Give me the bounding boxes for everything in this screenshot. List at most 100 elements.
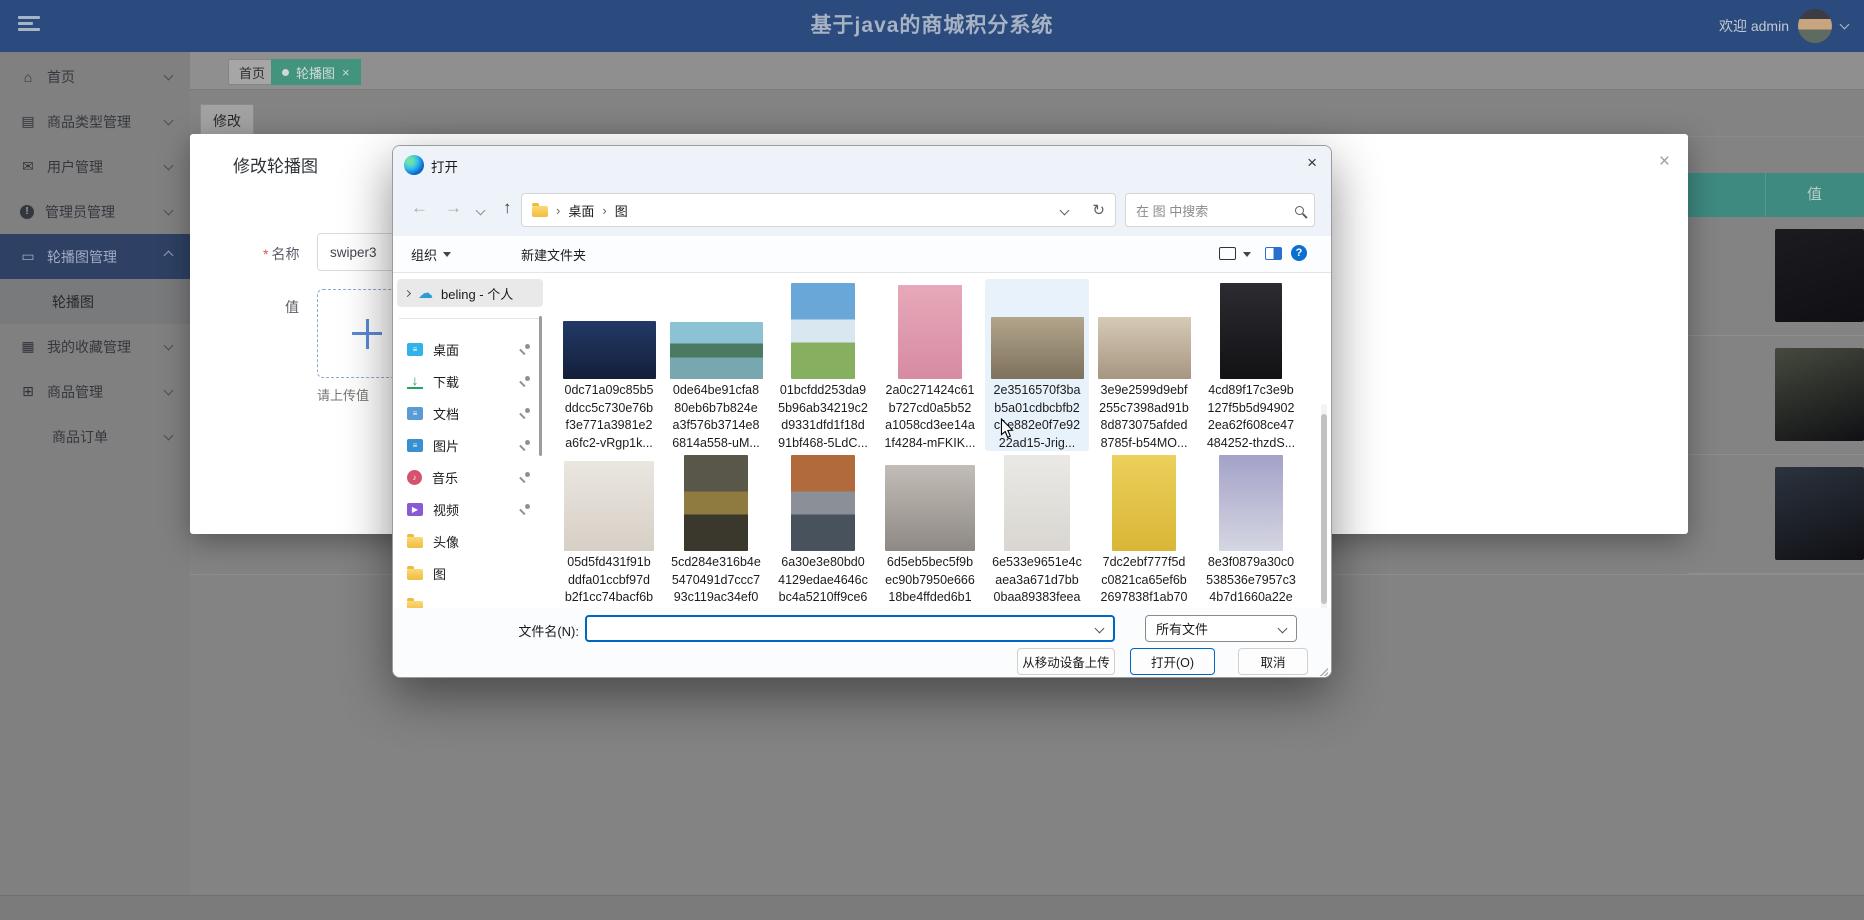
sidebar-scrollbar[interactable] [539, 316, 542, 456]
onedrive-root-item[interactable]: ☁ beling - 个人 [397, 279, 543, 307]
file-name: 8e3f0879a30c0538536e7957c34b7d1660a22e66… [1206, 555, 1296, 608]
resize-grip-icon[interactable] [1320, 668, 1328, 676]
file-item-11[interactable]: 6e533e9651e4caea3a671d7bb0baa89383feeaf2… [985, 451, 1089, 608]
preview-pane-icon[interactable] [1265, 247, 1282, 260]
file-item-0[interactable]: 0dc71a09c85b5 ddcc5c730e76b f3e771a3981e2 a… [557, 279, 661, 451]
dialog-sidebar-item-extra[interactable] [393, 589, 543, 608]
file-item-3[interactable]: 2a0c271424c61 b727cd0a5b52 a1058cd3ee14a 1f… [878, 279, 982, 451]
file-thumbnail [1097, 317, 1191, 379]
filetype-select[interactable]: 所有文件 [1145, 615, 1297, 642]
filename-chevron-icon[interactable] [1094, 623, 1105, 634]
dialog-close-icon[interactable]: × [1307, 154, 1317, 171]
close-tab-icon[interactable]: × [342, 66, 350, 79]
dialog-bottom-bar: 文件名(N): 所有文件 从移动设备上传 打开(O) 取消 [393, 608, 1331, 677]
file-name: 5cd284e316b4e5470491d7ccc793c119ac34ef08… [670, 555, 761, 608]
help-icon[interactable]: ? [1291, 245, 1307, 261]
sidebar-item-label: 商品订单 [52, 428, 108, 445]
chevron-down-icon [163, 385, 174, 396]
active-dot-icon [282, 68, 289, 76]
dialog-sidebar-item-label: 文档 [433, 406, 460, 422]
dialog-sidebar-item-图片[interactable]: ≡ 图片 [393, 429, 543, 461]
forward-icon[interactable]: → [445, 198, 462, 218]
file-item-8[interactable]: 5cd284e316b4e5470491d7ccc793c119ac34ef08… [664, 451, 768, 608]
sidebar-item-label: 首页 [47, 68, 75, 85]
sidebar-item-3[interactable]: ! 管理员管理 [0, 189, 190, 234]
search-placeholder: 在 图 中搜索 [1136, 203, 1209, 219]
sidebar-item-0[interactable]: ⌂ 首页 [0, 54, 190, 99]
file-name: 0de64be91cfa8 80eb6b7b824e a3f576b3714e8 68… [672, 383, 760, 450]
pictures-icon: ≡ [407, 438, 423, 452]
file-item-13[interactable]: 8e3f0879a30c0538536e7957c34b7d1660a22e66… [1199, 451, 1303, 608]
file-thumbnail [684, 455, 748, 551]
up-icon[interactable]: ↑ [503, 198, 512, 218]
sidebar-item-label: 我的收藏管理 [47, 338, 131, 355]
file-item-6[interactable]: 4cd89f17c3e9b 127f5b5d94902 2ea62f608ce47 4… [1199, 279, 1303, 451]
file-item-12[interactable]: 7dc2ebf777f5dc0821ca65ef6b2697838f1ab701… [1092, 451, 1196, 608]
dialog-toolbar: 组织 新建文件夹 ? [393, 236, 1331, 273]
address-chevron-icon[interactable] [1059, 205, 1070, 215]
refresh-icon[interactable]: ↻ [1092, 201, 1105, 219]
sidebar-item-2[interactable]: ✉ 用户管理 [0, 144, 190, 189]
sidebar-item-6[interactable]: ▦ 我的收藏管理 [0, 324, 190, 369]
file-item-4[interactable]: 2e3516570f3ba b5a01cdbcbfb2 c1e882e0f7e92 2… [985, 279, 1089, 451]
search-box[interactable]: 在 图 中搜索 [1125, 193, 1315, 227]
sidebar-item-8[interactable]: 商品订单 [0, 414, 190, 459]
filetype-chevron-icon [1277, 623, 1288, 634]
dialog-sidebar-item-label: 下载 [433, 374, 460, 390]
avatar[interactable] [1798, 9, 1832, 43]
file-grid-scrollbar-thumb[interactable] [1321, 414, 1327, 604]
admin-icon: ! [20, 204, 34, 219]
tab-home[interactable]: 首页 [228, 59, 277, 85]
user-area[interactable]: 欢迎 admin [1719, 0, 1850, 52]
file-item-5[interactable]: 3e9e2599d9ebf 255c7398ad91b 8d873075afded 8… [1092, 279, 1196, 451]
dialog-sidebar-item-下载[interactable]: ↓ 下载 [393, 365, 543, 397]
dialog-sidebar-item-视频[interactable]: ▶ 视频 [393, 493, 543, 525]
address-bar[interactable]: › 桌面 › 图 ↻ [521, 193, 1116, 227]
onedrive-cloud-icon: ☁ [418, 284, 433, 302]
cancel-button[interactable]: 取消 [1238, 648, 1308, 675]
dialog-sidebar-item-桌面[interactable]: ≡ 桌面 [393, 333, 543, 365]
dialog-sidebar-item-音乐[interactable]: ♪ 音乐 [393, 461, 543, 493]
view-mode-caret-icon[interactable] [1243, 252, 1251, 257]
file-item-1[interactable]: 0de64be91cfa8 80eb6b7b824e a3f576b3714e8 68… [664, 279, 768, 451]
plus-icon [352, 318, 382, 349]
breadcrumb-folder[interactable]: 图 [615, 201, 628, 220]
dialog-sidebar-item-头像[interactable]: 头像 [393, 525, 543, 557]
open-button[interactable]: 打开(O) [1130, 648, 1215, 675]
table-row [1688, 455, 1864, 574]
upload-from-mobile-button[interactable]: 从移动设备上传 [1017, 648, 1115, 675]
pin-icon [520, 408, 531, 419]
pin-icon [520, 376, 531, 387]
sidebar-item-7[interactable]: ⊞ 商品管理 [0, 369, 190, 414]
file-item-2[interactable]: 01bcfdd253da9 5b96ab34219c2 d9331dfd1f18d 9… [771, 279, 875, 451]
tab-edit[interactable]: 修改 [200, 104, 254, 137]
tab-carousel[interactable]: 轮播图 × [271, 59, 361, 85]
file-thumbnail [1220, 283, 1282, 379]
history-chevron-icon[interactable] [475, 205, 486, 216]
file-item-9[interactable]: 6a30e3e80bd04129edae4646cbc4a5210ff9ce67… [771, 451, 875, 608]
home-icon: ⌂ [23, 68, 33, 85]
filename-input[interactable] [585, 615, 1115, 642]
view-mode-icon[interactable] [1219, 247, 1236, 260]
file-open-dialog: 打开 × ← → ↑ › 桌面 › 图 ↻ 在 图 中搜索 组织 新建文件夹 ?… [392, 145, 1332, 678]
dialog-sidebar-item-图[interactable]: 图 [393, 557, 543, 589]
sidebar-item-1[interactable]: ▤ 商品类型管理 [0, 99, 190, 144]
dialog-sidebar-item-label: 音乐 [432, 470, 459, 486]
sidebar-item-label: 轮播图 [52, 293, 94, 310]
dialog-sidebar-item-文档[interactable]: ≡ 文档 [393, 397, 543, 429]
new-folder-button[interactable]: 新建文件夹 [521, 245, 586, 264]
pin-icon [520, 472, 531, 483]
sidebar-item-4[interactable]: ▭ 轮播图管理 [0, 234, 190, 279]
organize-button[interactable]: 组织 [411, 245, 452, 264]
back-icon[interactable]: ← [411, 198, 428, 218]
file-item-7[interactable]: 05d5fd431f91b ddfa01ccbf97d b2f1cc74bacf6b… [557, 451, 661, 608]
modal-title: 修改轮播图 [233, 157, 318, 176]
file-item-10[interactable]: 6d5eb5bec5f9bec90b7950e66618be4ffded6b1c… [878, 451, 982, 608]
breadcrumb-desktop[interactable]: 桌面 [568, 201, 594, 220]
sidebar-item-5[interactable]: 轮播图 [0, 279, 190, 324]
file-thumbnail [791, 283, 855, 379]
dialog-titlebar[interactable]: 打开 × [393, 146, 1331, 184]
file-thumbnail [1219, 455, 1283, 551]
caret-down-icon [443, 252, 452, 257]
modal-close-icon[interactable]: × [1659, 152, 1670, 171]
